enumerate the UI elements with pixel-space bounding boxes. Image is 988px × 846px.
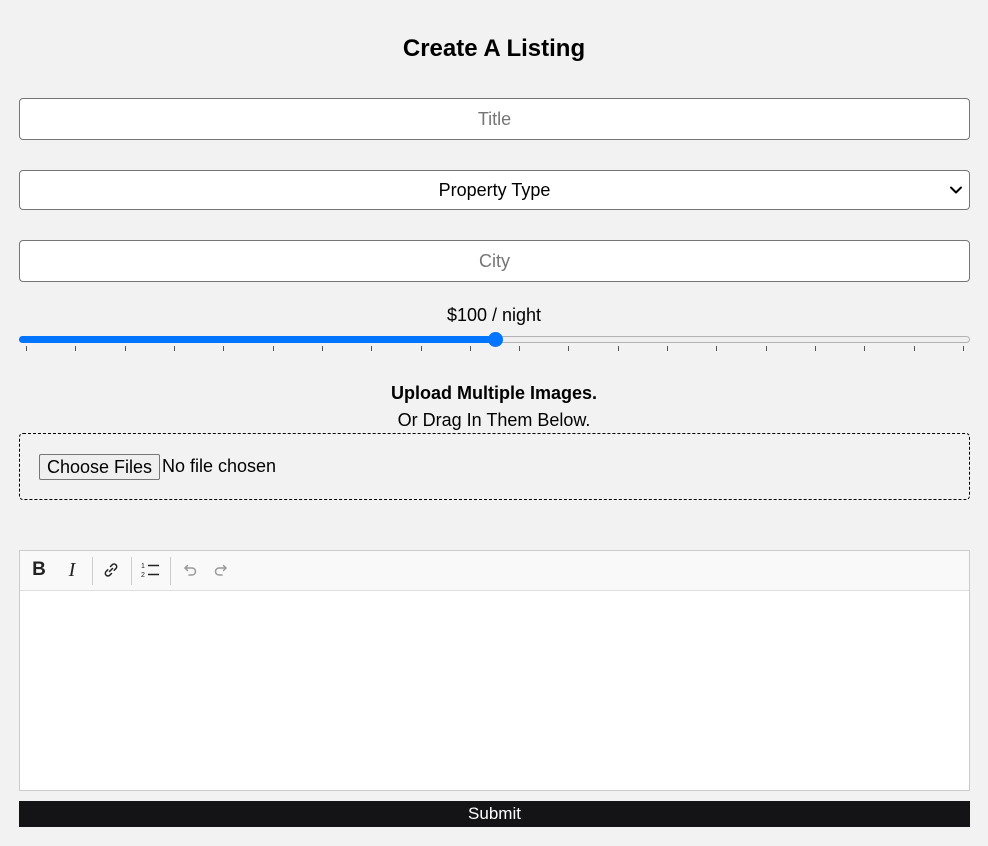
slider-tick: [815, 346, 817, 351]
slider-tick: [223, 346, 225, 351]
price-slider[interactable]: [19, 332, 970, 352]
slider-tick: [617, 346, 619, 351]
editor-content-area[interactable]: [20, 591, 969, 790]
toolbar-divider: [131, 557, 132, 585]
link-button[interactable]: [99, 558, 123, 582]
submit-button[interactable]: Submit: [19, 801, 970, 827]
toolbar-divider: [170, 557, 171, 585]
slider-fill: [19, 336, 495, 343]
ordered-list-button[interactable]: 1 2: [138, 558, 162, 582]
slider-tick: [173, 346, 175, 351]
svg-text:2: 2: [141, 572, 145, 579]
slider-tick: [765, 346, 767, 351]
italic-button[interactable]: I: [60, 558, 84, 582]
slider-tick: [864, 346, 866, 351]
link-icon: [104, 563, 118, 577]
rich-text-editor[interactable]: B I 1 2: [19, 550, 970, 791]
choose-files-button[interactable]: Choose Files: [39, 454, 161, 480]
slider-tick: [716, 346, 718, 351]
slider-tick: [519, 346, 521, 351]
slider-tick: [124, 346, 126, 351]
slider-tick: [371, 346, 373, 351]
slider-tick: [272, 346, 274, 351]
slider-tick: [321, 346, 323, 351]
slider-thumb[interactable]: [487, 332, 503, 347]
price-label: $100 / night: [446, 305, 542, 325]
slider-tick: [469, 346, 471, 351]
city-input[interactable]: [19, 240, 970, 282]
slider-tick: [667, 346, 669, 351]
slider-tick: [75, 346, 77, 351]
svg-text:1: 1: [141, 563, 145, 570]
undo-button[interactable]: [177, 558, 201, 582]
slider-tick: [963, 346, 964, 351]
upload-subheading: Or Drag In Them Below.: [397, 410, 591, 430]
toolbar-divider: [92, 557, 93, 585]
redo-button[interactable]: [210, 558, 234, 582]
chevron-down-icon: [950, 186, 962, 194]
slider-tick: [913, 346, 915, 351]
slider-tick: [26, 346, 27, 351]
image-dropzone[interactable]: Choose Files No file chosen: [19, 433, 970, 500]
page-title: Create A Listing: [402, 35, 586, 62]
ordered-list-icon: 1 2: [141, 563, 159, 579]
title-input[interactable]: [19, 98, 970, 140]
file-status: No file chosen: [162, 456, 277, 476]
editor-toolbar: B I 1 2: [20, 551, 969, 591]
undo-icon: [184, 564, 197, 576]
redo-icon: [214, 564, 227, 576]
property-type-select[interactable]: Property Type: [19, 170, 970, 210]
upload-heading: Upload Multiple Images.: [390, 383, 598, 403]
property-type-selected-value: Property Type: [438, 179, 551, 200]
slider-tick: [420, 346, 422, 351]
bold-button[interactable]: B: [27, 558, 51, 582]
slider-tick: [568, 346, 570, 351]
